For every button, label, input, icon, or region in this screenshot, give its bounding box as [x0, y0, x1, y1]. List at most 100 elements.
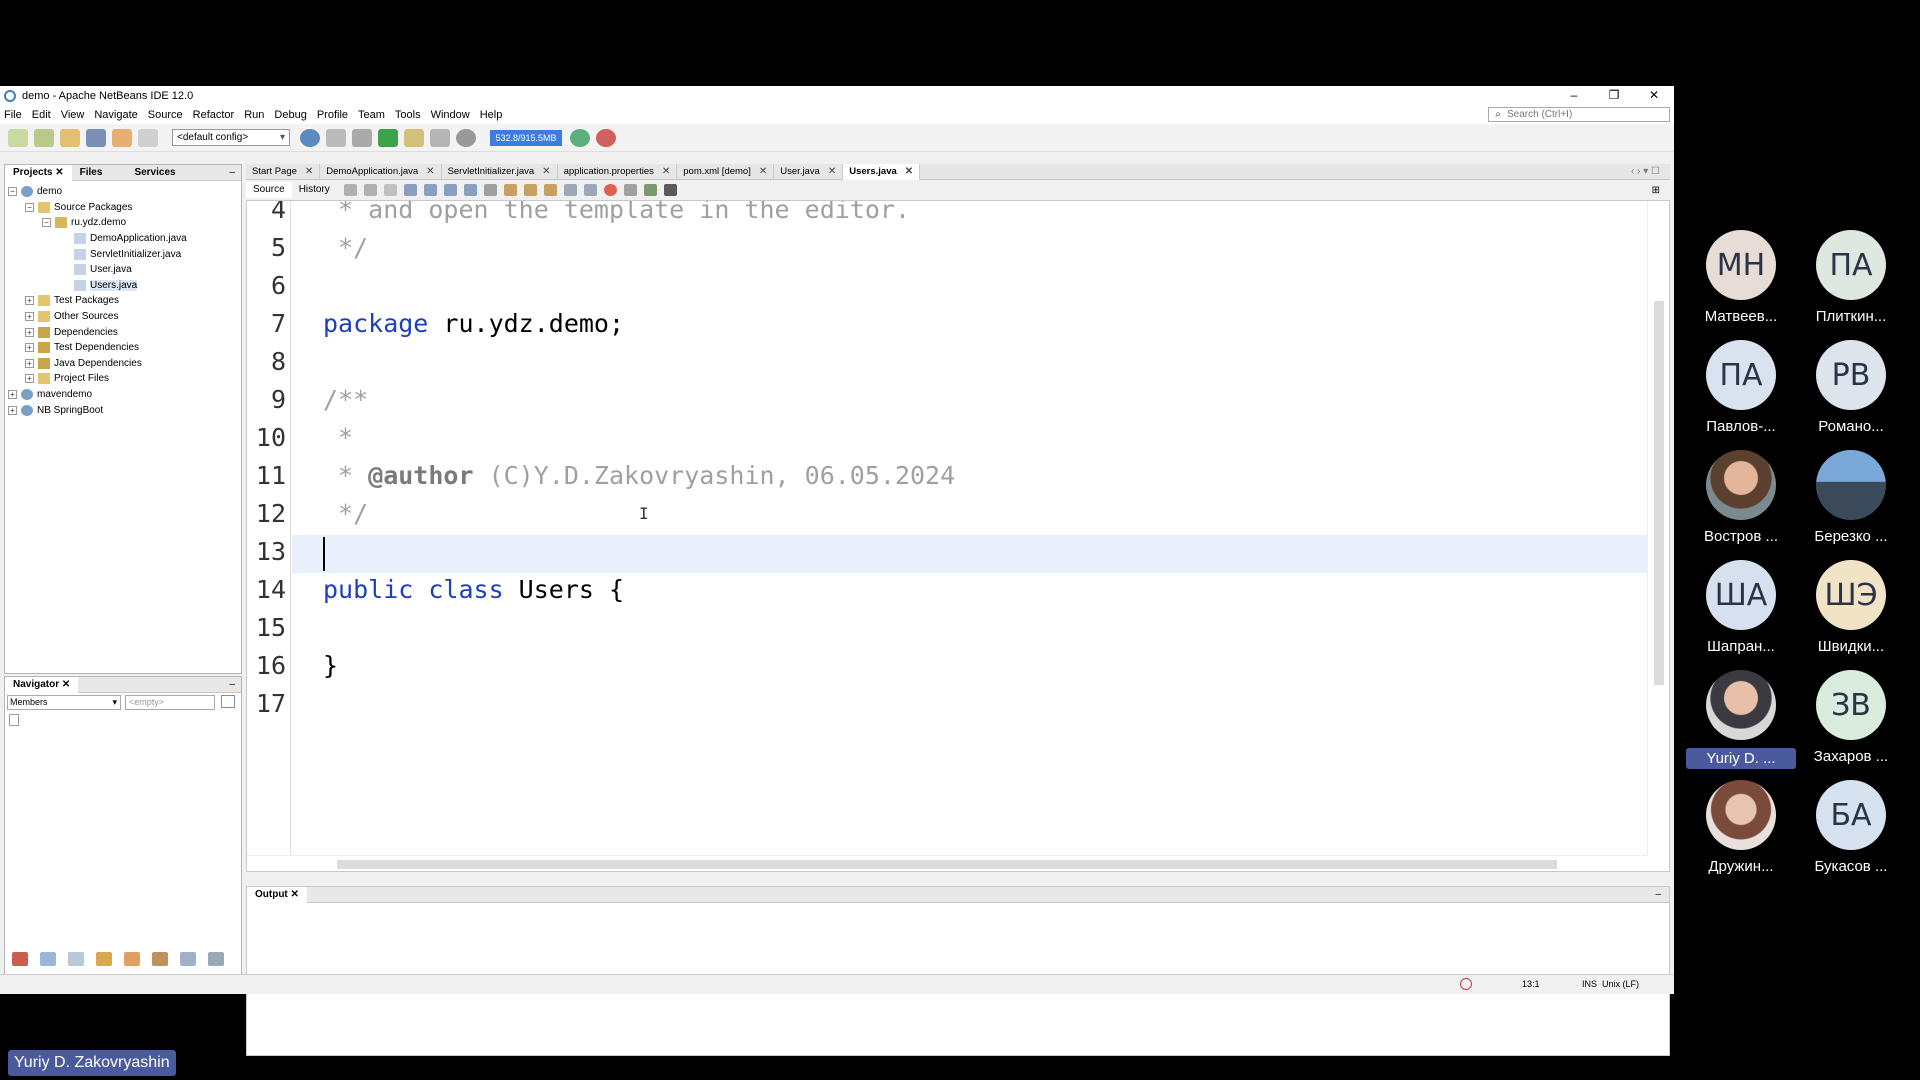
tab-files[interactable]: Files: [72, 165, 111, 181]
menu-file[interactable]: File: [4, 109, 22, 121]
minimize-panel-icon[interactable]: –: [229, 167, 235, 178]
tab-pom-xml[interactable]: pom.xml [demo] ✕: [677, 163, 775, 180]
expand-icon[interactable]: +: [25, 327, 34, 337]
toggle-highlight-icon[interactable]: [463, 184, 477, 196]
undo-icon[interactable]: [112, 128, 132, 147]
tab-application-properties[interactable]: application.properties ✕: [558, 163, 678, 180]
navigator-empty-field[interactable]: <empty>: [125, 695, 215, 710]
minimize-button[interactable]: –: [1554, 86, 1594, 106]
code-editor[interactable]: 4 5 6 7 8 9 10 11 12 13 14 15 16 17 * an…: [246, 200, 1670, 872]
participant-tile[interactable]: ША Шапран...: [1686, 560, 1796, 655]
start-macro-icon[interactable]: [603, 184, 617, 196]
comment-icon[interactable]: [643, 184, 657, 196]
minimize-panel-icon[interactable]: –: [229, 679, 235, 690]
expand-icon[interactable]: +: [25, 358, 34, 368]
menu-refactor[interactable]: Refactor: [193, 109, 235, 121]
tab-output[interactable]: Output ✕: [247, 886, 307, 903]
tab-projects[interactable]: Projects ✕: [5, 164, 72, 181]
restore-button[interactable]: ❐: [1594, 86, 1634, 106]
tab-navigator[interactable]: Navigator ✕: [5, 676, 79, 693]
tab-nav-arrows-icon[interactable]: ‹ › ▾ ☐: [1631, 166, 1660, 177]
tree-node-nb-springboot[interactable]: + NB SpringBoot: [5, 402, 241, 418]
apply-changes-icon[interactable]: [456, 128, 476, 147]
menu-profile[interactable]: Profile: [317, 109, 348, 121]
subtab-source[interactable]: Source: [246, 182, 292, 198]
toggle-bookmark-icon[interactable]: [543, 184, 557, 196]
tab-user-java[interactable]: User.java ✕: [774, 163, 844, 180]
menu-debug[interactable]: Debug: [274, 109, 306, 121]
config-select[interactable]: <default config>: [172, 129, 290, 146]
participant-tile[interactable]: БА Букасов ...: [1796, 780, 1906, 875]
menu-team[interactable]: Team: [358, 109, 385, 121]
menu-source[interactable]: Source: [148, 109, 183, 121]
tab-services[interactable]: Services: [126, 165, 183, 181]
back-icon[interactable]: [363, 184, 377, 196]
participant-tile[interactable]: Yuriy D. ...: [1686, 670, 1796, 769]
menu-edit[interactable]: Edit: [32, 109, 51, 121]
save-all-icon[interactable]: [86, 128, 106, 147]
prev-bookmark-icon[interactable]: [503, 184, 517, 196]
stop-macro-icon[interactable]: [623, 184, 637, 196]
info-icon[interactable]: [68, 952, 84, 966]
participant-tile[interactable]: Дружин...: [1686, 780, 1796, 875]
tab-start-page[interactable]: Start Page ✕: [246, 163, 321, 180]
tree-node-project-files[interactable]: + Project Files: [5, 371, 241, 387]
expand-icon[interactable]: +: [25, 296, 34, 306]
tree-node-user[interactable]: User.java: [5, 262, 241, 278]
notifications-icon[interactable]: [1460, 978, 1472, 990]
participant-tile[interactable]: ЗВ Захаров ...: [1796, 670, 1906, 765]
globe-icon[interactable]: [300, 128, 320, 147]
tree-node-source-packages[interactable]: − Source Packages: [5, 200, 241, 216]
tree-node-java-dependencies[interactable]: + Java Dependencies: [5, 356, 241, 372]
split-editor-icon[interactable]: ⊞: [1652, 185, 1660, 196]
memory-indicator[interactable]: 532.8/915.5MB: [490, 129, 562, 146]
menu-tools[interactable]: Tools: [395, 109, 421, 121]
collapse-icon[interactable]: −: [25, 202, 34, 212]
gc-icon[interactable]: [570, 128, 590, 147]
tree-node-other-sources[interactable]: + Other Sources: [5, 309, 241, 325]
menu-help[interactable]: Help: [480, 109, 503, 121]
search-input[interactable]: ⌕ Search (Ctrl+I): [1488, 107, 1670, 122]
lock-icon[interactable]: [96, 952, 112, 966]
last-edit-icon[interactable]: [343, 184, 357, 196]
collapse-icon[interactable]: −: [42, 218, 51, 228]
tab-users-java[interactable]: Users.java ✕: [843, 163, 921, 180]
edit-icon[interactable]: [152, 952, 168, 966]
forward-icon[interactable]: [383, 184, 397, 196]
clean-build-icon[interactable]: [352, 128, 372, 147]
subtab-history[interactable]: History: [292, 182, 337, 198]
tree-node-test-dependencies[interactable]: + Test Dependencies: [5, 340, 241, 356]
tree-node-demoapplication[interactable]: DemoApplication.java: [5, 231, 241, 247]
tab-servletinitializer[interactable]: ServletInitializer.java ✕: [442, 163, 558, 180]
shift-left-icon[interactable]: [563, 184, 577, 196]
run-icon[interactable]: [378, 128, 398, 147]
tab-demoapplication[interactable]: DemoApplication.java ✕: [320, 163, 442, 180]
find-previous-icon[interactable]: [423, 184, 437, 196]
sort-icon[interactable]: [208, 952, 224, 966]
members-select[interactable]: Members: [7, 695, 121, 710]
tree-node-mavendemo[interactable]: + mavendemo: [5, 387, 241, 403]
expand-icon[interactable]: +: [25, 343, 34, 353]
tree-node-package[interactable]: − ru.ydz.demo: [5, 215, 241, 231]
minimize-panel-icon[interactable]: –: [1655, 889, 1661, 900]
scrollbar-thumb[interactable]: [1654, 301, 1664, 685]
participant-tile[interactable]: ПА Плиткин...: [1796, 230, 1906, 325]
find-icon[interactable]: [403, 184, 417, 196]
stop-icon[interactable]: [596, 128, 616, 147]
participant-tile[interactable]: ШЭ Швидки...: [1796, 560, 1906, 655]
participant-tile[interactable]: РВ Романо...: [1796, 340, 1906, 435]
tree-node-servletinitializer[interactable]: ServletInitializer.java: [5, 246, 241, 262]
uncomment-icon[interactable]: [663, 184, 677, 196]
menu-window[interactable]: Window: [431, 109, 470, 121]
scrollbar-thumb[interactable]: [337, 860, 1557, 869]
new-file-icon[interactable]: [8, 128, 28, 147]
tree-node-test-packages[interactable]: + Test Packages: [5, 293, 241, 309]
tree-node-demo[interactable]: − demo: [5, 184, 241, 200]
debug-icon[interactable]: [404, 128, 424, 147]
bug-icon[interactable]: [12, 952, 28, 966]
open-project-icon[interactable]: [60, 128, 80, 147]
shift-right-icon[interactable]: [583, 184, 597, 196]
participant-tile[interactable]: Березко ...: [1796, 450, 1906, 545]
redo-icon[interactable]: [138, 128, 158, 147]
new-project-icon[interactable]: [34, 128, 54, 147]
